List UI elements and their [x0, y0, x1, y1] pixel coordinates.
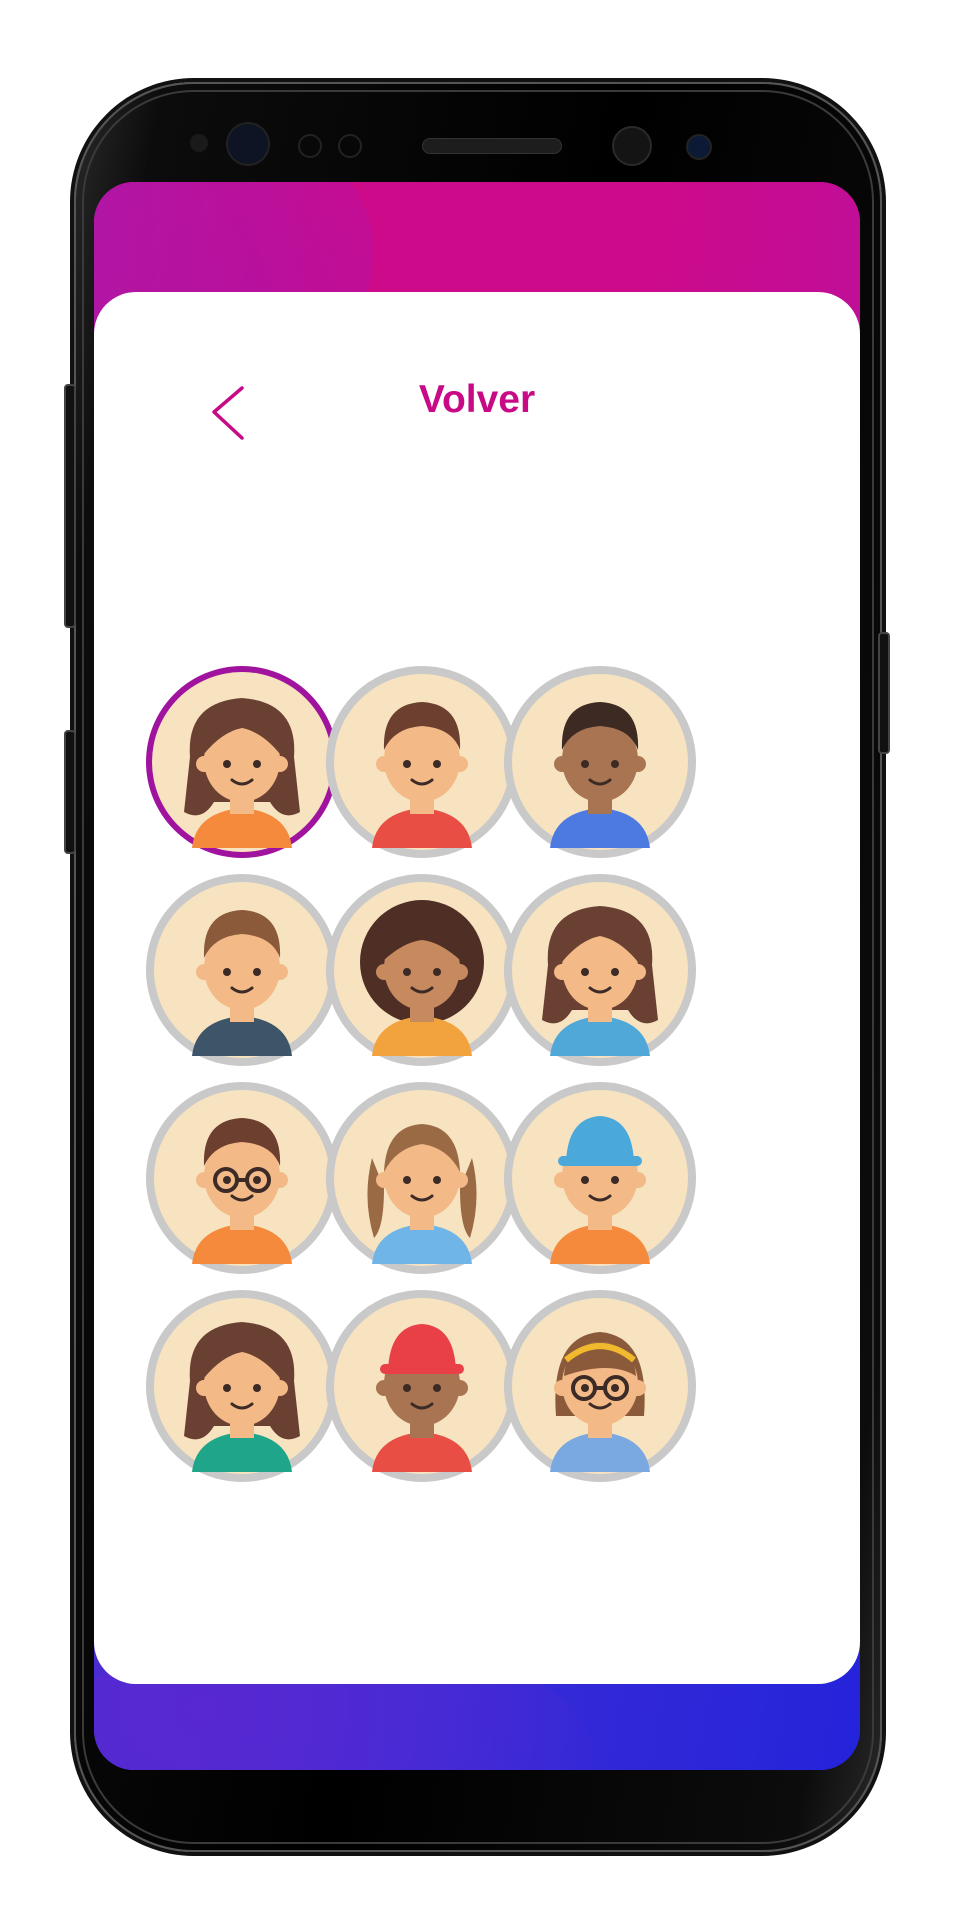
avatar-illustration: [504, 666, 696, 858]
avatar-illustration: [504, 1082, 696, 1274]
avatar-option-girl-glasses-headband[interactable]: [500, 1286, 700, 1486]
iris-sensor: [686, 134, 712, 160]
avatar-illustration: [146, 1082, 338, 1274]
avatar-option-girl-long-brown-hair[interactable]: [142, 662, 342, 862]
avatar-option-girl-green-shirt[interactable]: [142, 1286, 342, 1486]
screen: Volver: [94, 182, 860, 1770]
avatar-illustration: [326, 666, 518, 858]
volume-up-button: [64, 384, 76, 628]
avatar-option-boy-blue-cap[interactable]: [500, 1078, 700, 1278]
avatar-illustration: [504, 874, 696, 1066]
page-title[interactable]: Volver: [94, 378, 860, 422]
front-sensor: [226, 122, 270, 166]
avatar-option-girl-curly-hair[interactable]: [322, 870, 522, 1070]
avatar-option-boy-glasses[interactable]: [142, 1078, 342, 1278]
avatar-illustration: [146, 666, 338, 858]
avatar-illustration: [504, 1290, 696, 1482]
avatar-illustration: [146, 1290, 338, 1482]
avatar-option-girl-blue-shirt[interactable]: [500, 870, 700, 1070]
bixby-button: [64, 730, 76, 854]
sensor-dot: [338, 134, 362, 158]
front-camera: [612, 126, 652, 166]
avatar-option-boy-dark-blue-shirt[interactable]: [142, 870, 342, 1070]
avatar-option-boy-dark-skin-blue-shirt[interactable]: [500, 662, 700, 862]
sensor-dot: [190, 134, 208, 152]
avatar-option-girl-pigtails[interactable]: [322, 1078, 522, 1278]
sensor-dot: [298, 134, 322, 158]
avatar-illustration: [146, 874, 338, 1066]
avatar-illustration: [326, 1082, 518, 1274]
speaker-grille: [422, 138, 562, 154]
avatar-illustration: [326, 1290, 518, 1482]
avatar-option-boy-red-shirt[interactable]: [322, 662, 522, 862]
avatar-option-boy-red-cap[interactable]: [322, 1286, 522, 1486]
power-button: [878, 632, 890, 754]
avatar-picker-card: Volver: [94, 292, 860, 1684]
avatar-illustration: [326, 874, 518, 1066]
